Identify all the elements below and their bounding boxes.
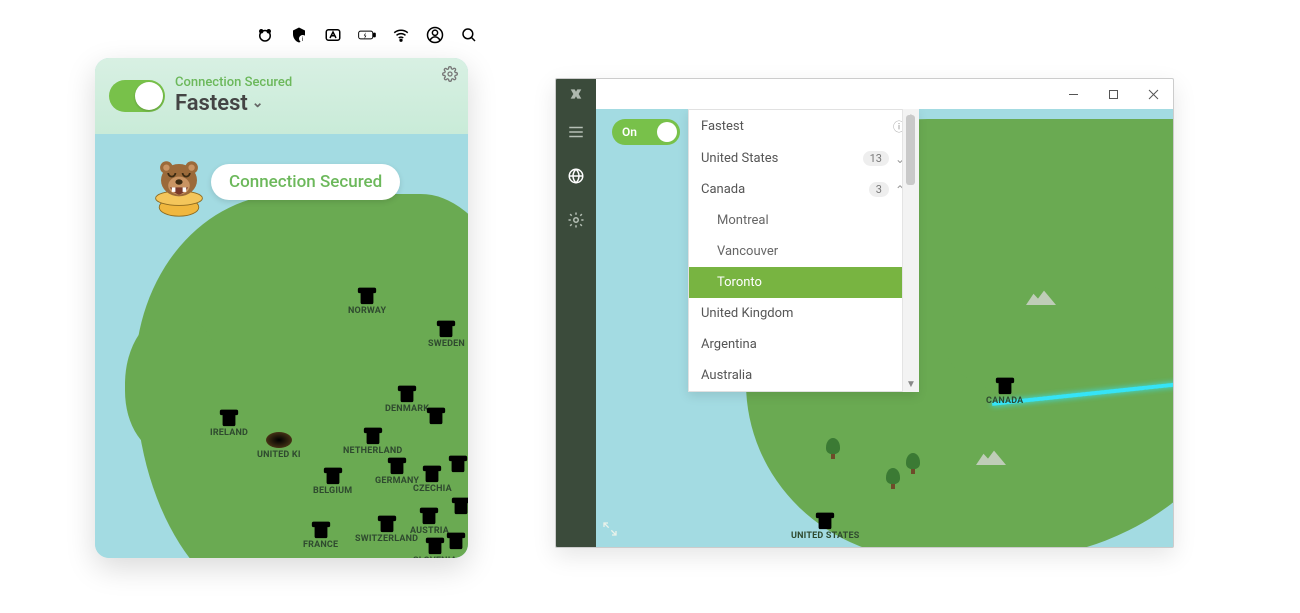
menu-icon[interactable] xyxy=(567,123,585,145)
location-item[interactable]: Australia xyxy=(689,360,917,391)
sidebar xyxy=(556,109,596,547)
app-logo xyxy=(556,79,596,109)
scroll-thumb[interactable] xyxy=(906,115,915,185)
country-pin[interactable]: UNITED KI xyxy=(257,432,301,460)
map-right[interactable]: CANADA UNITED STATES On FastestⓘUnited St… xyxy=(596,109,1173,547)
window-minimize[interactable] xyxy=(1053,79,1093,109)
country-pin[interactable] xyxy=(425,404,447,426)
connection-toggle[interactable]: On xyxy=(612,119,680,145)
settings-icon[interactable] xyxy=(567,211,585,233)
country-pin[interactable]: CZECHIA xyxy=(413,462,452,494)
country-pin[interactable]: CANADA xyxy=(986,374,1023,406)
scrollbar[interactable]: ▲ ▼ xyxy=(902,109,919,392)
country-pin[interactable]: SWEDEN xyxy=(428,317,465,349)
country-pin[interactable]: UNITED STATES xyxy=(791,509,859,541)
app-header: Connection Secured Fastest⌄ xyxy=(95,58,468,134)
window-maximize[interactable] xyxy=(1093,79,1133,109)
location-item[interactable]: Montreal xyxy=(689,205,917,236)
location-item[interactable]: United Kingdom xyxy=(689,298,917,329)
location-selector[interactable]: Fastest⌄ xyxy=(175,91,292,116)
location-panel: FastestⓘUnited States13⌄Canada3⌃Montreal… xyxy=(688,109,918,392)
location-item[interactable]: Canada3⌃ xyxy=(689,174,917,205)
location-item[interactable]: Argentina xyxy=(689,329,917,360)
mac-menubar: i xyxy=(255,25,479,45)
expand-icon[interactable] xyxy=(602,521,618,541)
scroll-down-icon[interactable]: ▼ xyxy=(903,376,919,392)
country-pin[interactable]: NETHERLAND xyxy=(343,424,402,456)
location-item[interactable]: Fastestⓘ xyxy=(689,110,917,143)
mascot: Connection Secured xyxy=(143,146,400,218)
location-item[interactable]: Vancouver xyxy=(689,236,917,267)
input-menubar-icon[interactable] xyxy=(323,25,343,45)
map[interactable]: Connection Secured NORWAY SWEDEN IRELAND UN… xyxy=(95,134,468,558)
country-pin[interactable] xyxy=(450,494,468,516)
battery-menubar-icon[interactable] xyxy=(357,25,377,45)
country-pin[interactable] xyxy=(445,529,467,551)
vpn-app-mac: Connection Secured Fastest⌄ xyxy=(95,58,468,558)
country-pin[interactable]: IRELAND xyxy=(210,406,248,438)
country-pin[interactable]: DENMARK xyxy=(385,382,429,414)
globe-icon[interactable] xyxy=(567,167,585,189)
connection-toggle[interactable] xyxy=(109,80,165,112)
search-menubar-icon[interactable] xyxy=(459,25,479,45)
location-item[interactable]: Toronto xyxy=(689,267,917,298)
titlebar xyxy=(556,79,1173,110)
status-label: Connection Secured xyxy=(175,76,292,91)
vpn-menubar-icon[interactable] xyxy=(255,25,275,45)
user-menubar-icon[interactable] xyxy=(425,25,445,45)
status-bubble: Connection Secured xyxy=(211,164,400,200)
country-pin[interactable]: SWITZERLAND xyxy=(355,512,418,544)
wifi-menubar-icon[interactable] xyxy=(391,25,411,45)
country-pin[interactable] xyxy=(447,452,468,474)
country-pin[interactable]: NORWAY xyxy=(348,284,386,316)
country-pin[interactable]: AUSTRIA xyxy=(410,504,449,536)
country-pin[interactable]: FRANCE xyxy=(303,518,338,550)
window-close[interactable] xyxy=(1133,79,1173,109)
country-pin[interactable]: BELGIUM xyxy=(313,464,352,496)
vpn-app-windows: CANADA UNITED STATES On FastestⓘUnited St… xyxy=(555,78,1174,548)
malware-menubar-icon[interactable]: i xyxy=(289,25,309,45)
chevron-down-icon: ⌄ xyxy=(252,95,264,111)
location-item[interactable]: United States13⌄ xyxy=(689,143,917,174)
gear-icon[interactable] xyxy=(442,66,458,86)
